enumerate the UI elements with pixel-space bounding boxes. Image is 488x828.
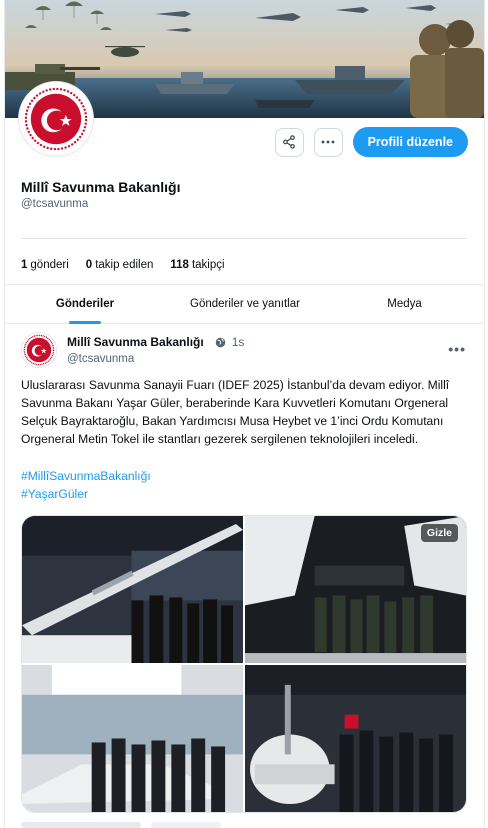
post-text: Uluslararası Savunma Sanayii Fuarı (IDEF… [21,378,450,446]
globe-icon [215,337,225,347]
post-handle[interactable]: @tcsavunma [67,353,134,365]
post-hashtags: #MillîSavunmaBakanlığı #YaşarGüler [21,467,151,503]
media-image-3[interactable] [22,665,243,812]
post-media-grid: Gizle [21,515,467,813]
divider [21,238,467,239]
post-avatar[interactable] [21,332,57,368]
media-image-4[interactable] [245,665,466,812]
profile-avatar[interactable] [19,82,93,156]
profile-name: Millî Savunma Bakanlığı [21,179,181,195]
profile-actions: Profili düzenle [274,127,468,157]
more-options-button[interactable] [313,127,343,157]
post-more-button[interactable]: ••• [448,341,466,357]
share-button[interactable] [274,127,304,157]
stat-following[interactable]: 0 takip edilen [86,259,154,271]
tab-posts-and-replies[interactable]: Gönderiler ve yanıtlar [165,285,325,323]
next-post-preview [21,822,141,828]
ellipsis-icon [321,140,335,144]
tab-posts[interactable]: Gönderiler [5,285,165,323]
profile-handle: @tcsavunma [21,198,89,210]
hashtag-link[interactable]: #MillîSavunmaBakanlığı [21,467,151,485]
profile-page: Profili düzenle Millî Savunma Bakanlığı … [4,0,485,828]
profile-stats: 1 gönderi 0 takip edilen 118 takipçi [21,259,225,271]
edit-profile-button[interactable]: Profili düzenle [352,127,468,157]
media-image-1[interactable] [22,516,243,663]
hashtag-link[interactable]: #YaşarGüler [21,485,151,503]
post-timestamp[interactable]: 1s [232,335,245,349]
next-post-preview [151,822,221,828]
stat-followers[interactable]: 118 takipçi [170,259,224,271]
share-icon [283,135,295,149]
post-header: Millî Savunma Bakanlığı 1s [67,335,244,349]
tab-media[interactable]: Medya [325,285,484,323]
media-image-2[interactable]: Gizle [245,516,466,663]
hide-media-button[interactable]: Gizle [420,524,458,542]
profile-tabs: Gönderiler Gönderiler ve yanıtlar Medya [5,284,484,324]
stat-posts[interactable]: 1 gönderi [21,259,69,271]
post-author[interactable]: Millî Savunma Bakanlığı [67,335,204,349]
